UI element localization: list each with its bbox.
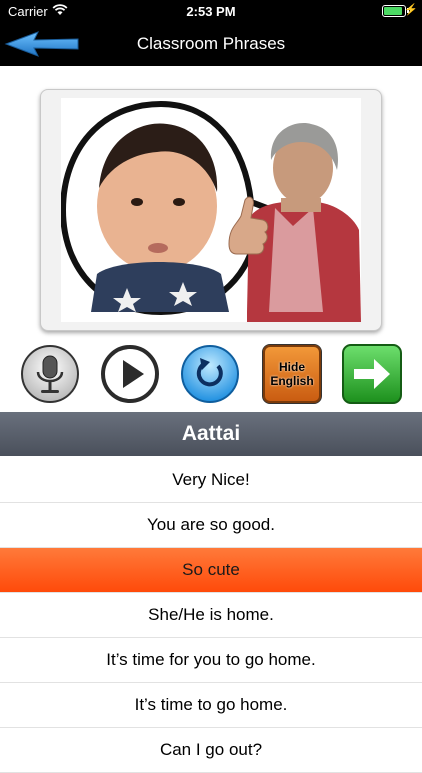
phrase-text: So cute [182,560,240,579]
battery-icon [382,5,406,17]
phrase-row[interactable]: Can I go out? [0,728,422,773]
arrow-right-icon [342,344,402,404]
play-button[interactable] [100,344,160,404]
play-icon [101,345,159,403]
next-button[interactable] [342,344,402,404]
phrase-text: Very Nice! [172,470,250,489]
phrase-text: It’s time to go home. [134,695,288,714]
phrase-row[interactable]: You are so good. [0,503,422,548]
phrase-text: She/He is home. [148,605,274,624]
phrase-row-selected[interactable]: So cute [0,548,422,593]
replay-button[interactable] [180,344,240,404]
replay-icon [181,345,239,403]
control-bar: Hide English [0,344,422,406]
phrase-illustration [61,98,361,322]
record-button[interactable] [20,344,80,404]
phrase-row[interactable]: She/He is home. [0,593,422,638]
phrase-image-frame [40,89,382,331]
english-label: English [270,374,314,388]
phrase-row[interactable]: Very Nice! [0,458,422,503]
hide-english-button[interactable]: Hide English [262,344,322,404]
page-title: Classroom Phrases [136,34,286,53]
phrase-row[interactable]: It’s time to go home. [0,683,422,728]
navigation-bar: Classroom Phrases [0,22,422,66]
section-header: Aattai [0,412,422,456]
phrase-list: Very Nice! You are so good. So cute She/… [0,458,422,773]
phrase-row[interactable]: It’s time for you to go home. [0,638,422,683]
status-time: 2:53 PM [186,4,236,19]
phrase-text: It’s time for you to go home. [106,650,316,669]
phrase-text: You are so good. [147,515,275,534]
phrase-text: Can I go out? [159,740,263,759]
charging-bolt-icon: ⚡ [404,4,418,16]
microphone-icon [21,345,79,403]
hide-label: Hide [278,360,305,374]
status-bar: Carrier 2:53 PM ⚡ [0,0,422,22]
